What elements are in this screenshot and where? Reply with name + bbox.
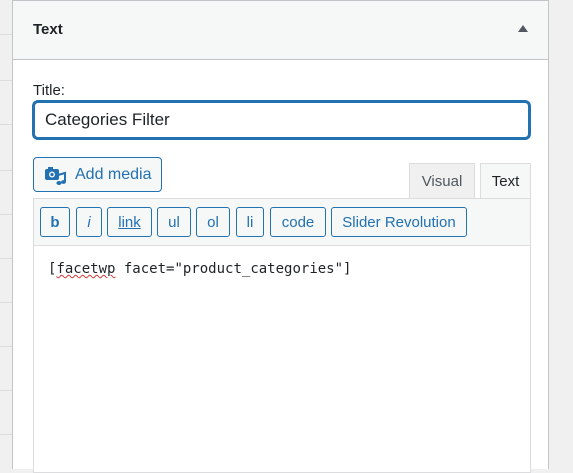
add-media-label: Add media — [75, 166, 152, 183]
title-input[interactable] — [33, 101, 530, 139]
tab-visual-label: Visual — [421, 172, 463, 190]
add-media-button[interactable]: Add media — [33, 157, 162, 192]
text-editor: b i link ul ol li code Slider Revolution… — [33, 198, 531, 473]
misspelled-word: facetwp — [56, 261, 116, 277]
tab-visual[interactable]: Visual — [409, 163, 475, 198]
media-camera-music-icon — [45, 167, 66, 185]
background-list-gutter — [0, 0, 12, 469]
title-field-label: Title: — [33, 82, 65, 99]
code-button[interactable]: code — [270, 207, 326, 237]
slider-revolution-button-label: Slider Revolution — [342, 213, 456, 231]
bold-button[interactable]: b — [40, 207, 70, 237]
ordered-list-button[interactable]: ol — [196, 207, 230, 237]
italic-button[interactable]: i — [76, 207, 102, 237]
widget-title: Text — [33, 21, 63, 38]
ordered-list-button-label: ol — [207, 213, 219, 231]
text-widget: Text Title: Add media Visual Text b i li… — [12, 0, 549, 473]
content-suffix: facet="product_categories"] — [115, 261, 352, 277]
tab-text-label: Text — [491, 172, 520, 190]
slider-revolution-button[interactable]: Slider Revolution — [331, 207, 467, 237]
widget-header[interactable]: Text — [13, 0, 548, 60]
quicktags-toolbar: b i link ul ol li code Slider Revolution — [34, 199, 530, 246]
list-item-button[interactable]: li — [236, 207, 264, 237]
unordered-list-button[interactable]: ul — [157, 207, 191, 237]
unordered-list-button-label: ul — [168, 213, 180, 231]
bold-button-label: b — [50, 213, 60, 231]
collapse-arrow-icon[interactable] — [518, 25, 528, 32]
code-button-label: code — [281, 213, 315, 231]
link-button[interactable]: link — [107, 207, 152, 237]
link-button-label: link — [118, 213, 141, 231]
tab-text[interactable]: Text — [480, 163, 531, 198]
list-item-button-label: li — [246, 213, 254, 231]
italic-button-label: i — [87, 213, 91, 231]
editor-textarea[interactable]: [facetwp facet="product_categories"] — [48, 261, 520, 277]
